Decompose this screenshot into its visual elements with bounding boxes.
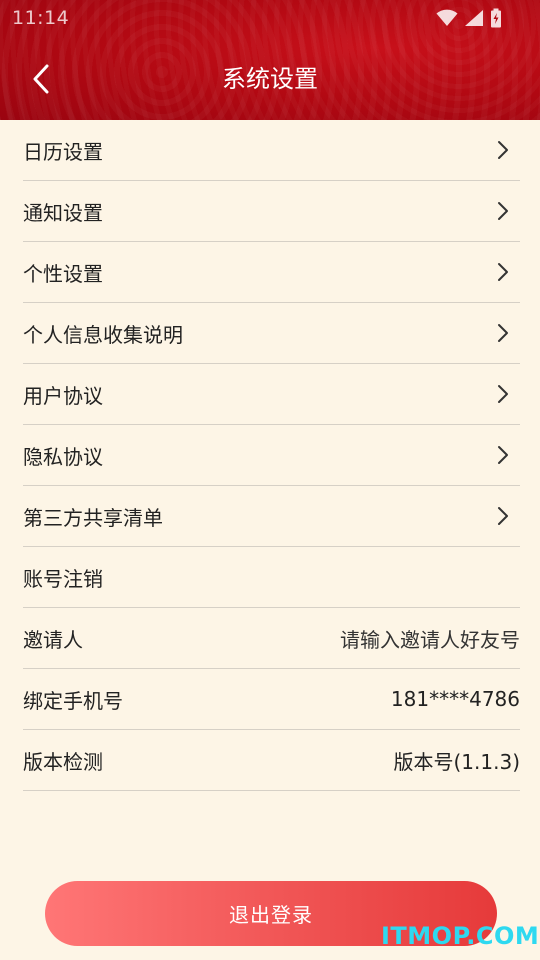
settings-item-third-party-list[interactable]: 第三方共享清单 xyxy=(23,486,520,547)
settings-item-personalization[interactable]: 个性设置 xyxy=(23,242,520,303)
settings-item-privacy-agreement[interactable]: 隐私协议 xyxy=(23,425,520,486)
chevron-right-icon xyxy=(496,322,510,344)
settings-list: 日历设置 通知设置 个性设置 个人信息收集说明 用户协议 隐私协议 第三方共享清… xyxy=(23,120,520,791)
settings-item-label: 隐私协议 xyxy=(23,444,103,469)
settings-item-notification[interactable]: 通知设置 xyxy=(23,181,520,242)
settings-item-version-check[interactable]: 版本检测 版本号(1.1.3) xyxy=(23,730,520,791)
settings-item-label: 个人信息收集说明 xyxy=(23,322,183,347)
chevron-right-icon xyxy=(496,444,510,466)
settings-item-label: 用户协议 xyxy=(23,383,103,408)
settings-item-label: 通知设置 xyxy=(23,200,103,225)
header-bar: 11:14 系统设置 xyxy=(0,0,540,120)
watermark-logo: ITMOP.COM xyxy=(381,922,540,950)
cell-signal-icon xyxy=(465,10,483,26)
version-value: 版本号(1.1.3) xyxy=(393,749,521,774)
status-bar: 11:14 xyxy=(0,0,540,36)
chevron-right-icon xyxy=(496,383,510,405)
status-time: 11:14 xyxy=(12,7,70,29)
chevron-right-icon xyxy=(496,200,510,222)
phone-number-value: 181****4786 xyxy=(390,687,520,711)
inviter-input[interactable]: 请输入邀请人好友号 xyxy=(340,624,520,653)
settings-item-info-collection[interactable]: 个人信息收集说明 xyxy=(23,303,520,364)
page-title: 系统设置 xyxy=(222,65,318,93)
settings-item-label: 个性设置 xyxy=(23,261,103,286)
settings-item-label: 邀请人 xyxy=(23,627,83,652)
chevron-right-icon xyxy=(496,139,510,161)
settings-item-user-agreement[interactable]: 用户协议 xyxy=(23,364,520,425)
chevron-right-icon xyxy=(496,261,510,283)
settings-item-bound-phone[interactable]: 绑定手机号 181****4786 xyxy=(23,669,520,730)
settings-item-label: 日历设置 xyxy=(23,139,103,164)
settings-item-label: 账号注销 xyxy=(23,566,103,591)
settings-item-inviter[interactable]: 邀请人 请输入邀请人好友号 xyxy=(23,608,520,669)
settings-item-label: 第三方共享清单 xyxy=(23,505,163,530)
settings-item-label: 版本检测 xyxy=(23,749,103,774)
settings-item-calendar[interactable]: 日历设置 xyxy=(23,120,520,181)
settings-item-account-deletion[interactable]: 账号注销 xyxy=(23,547,520,608)
status-icons xyxy=(436,8,502,28)
settings-item-label: 绑定手机号 xyxy=(23,688,123,713)
battery-charging-icon xyxy=(491,8,501,28)
wifi-icon xyxy=(436,9,458,26)
chevron-right-icon xyxy=(496,505,510,527)
